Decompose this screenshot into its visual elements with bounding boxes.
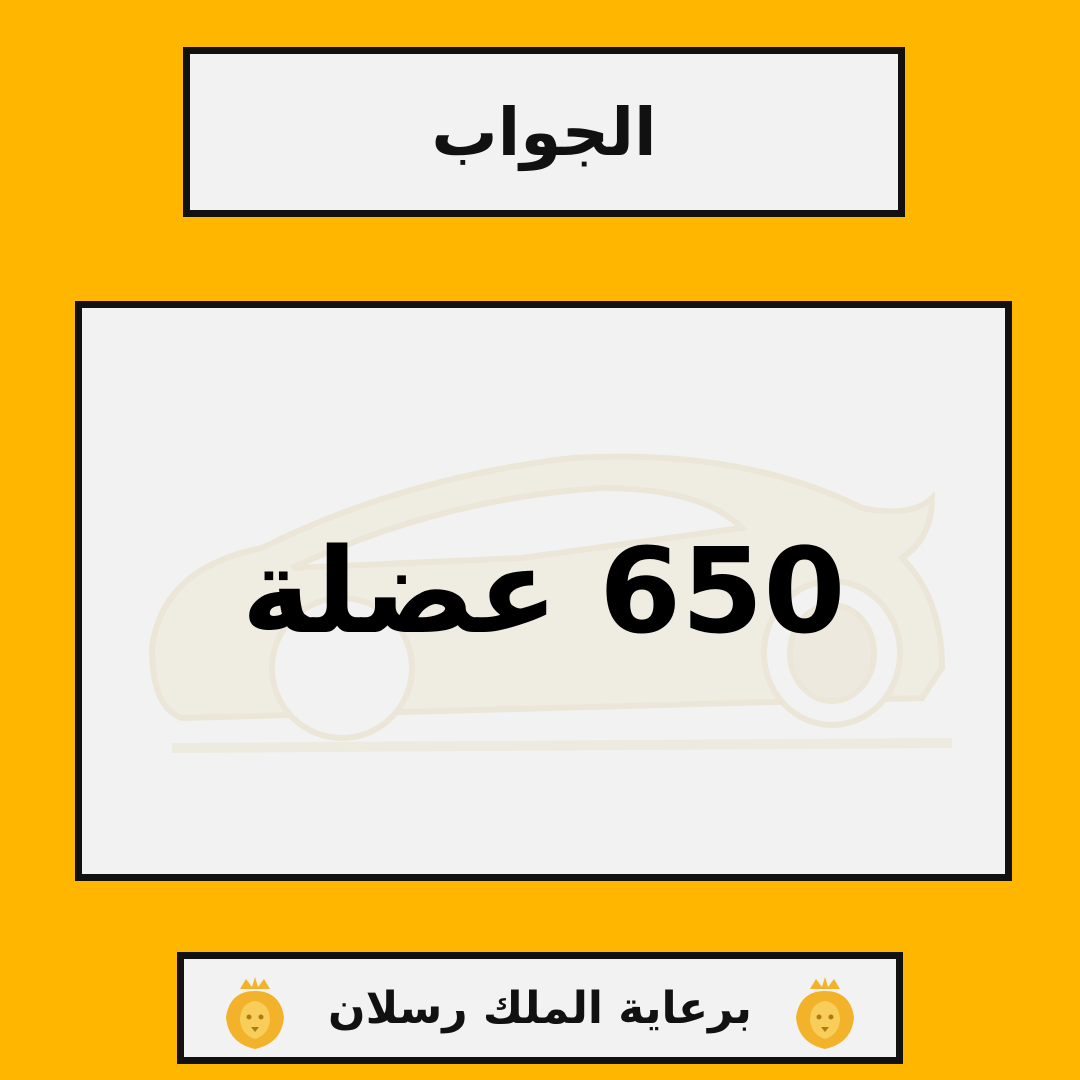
- header-box: الجواب: [183, 47, 905, 217]
- answer-panel: 650 عضلة: [75, 301, 1012, 881]
- sponsor-text: برعاية الملك رسلان: [328, 982, 752, 1034]
- answer-text: 650 عضلة: [241, 522, 846, 660]
- lion-head-icon: [226, 977, 284, 1049]
- page-title: الجواب: [431, 93, 657, 171]
- footer-box: برعاية الملك رسلان: [177, 952, 903, 1064]
- lion-head-icon: [796, 977, 854, 1049]
